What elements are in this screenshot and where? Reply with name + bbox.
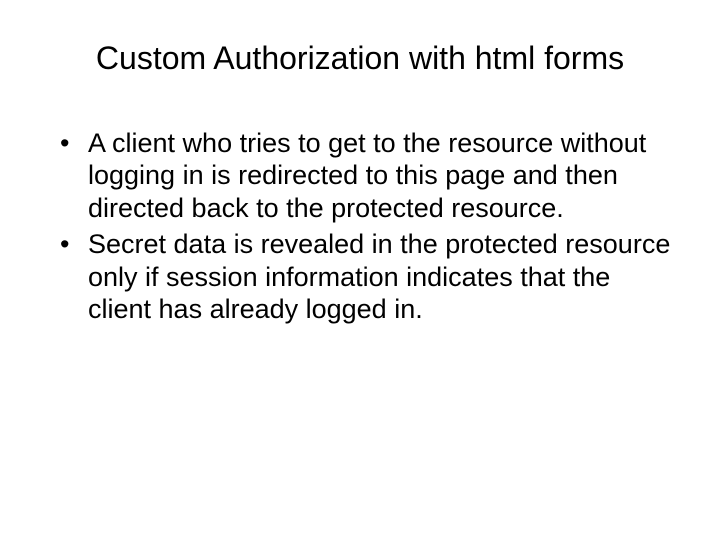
bullet-text: A client who tries to get to the resourc… (88, 128, 646, 223)
bullet-list: • A client who tries to get to the resou… (40, 127, 680, 325)
bullet-icon: • (60, 228, 69, 260)
bullet-text: Secret data is revealed in the protected… (88, 229, 670, 324)
list-item: • A client who tries to get to the resou… (60, 127, 680, 224)
slide-title: Custom Authorization with html forms (40, 40, 680, 77)
bullet-icon: • (60, 127, 69, 159)
list-item: • Secret data is revealed in the protect… (60, 228, 680, 325)
